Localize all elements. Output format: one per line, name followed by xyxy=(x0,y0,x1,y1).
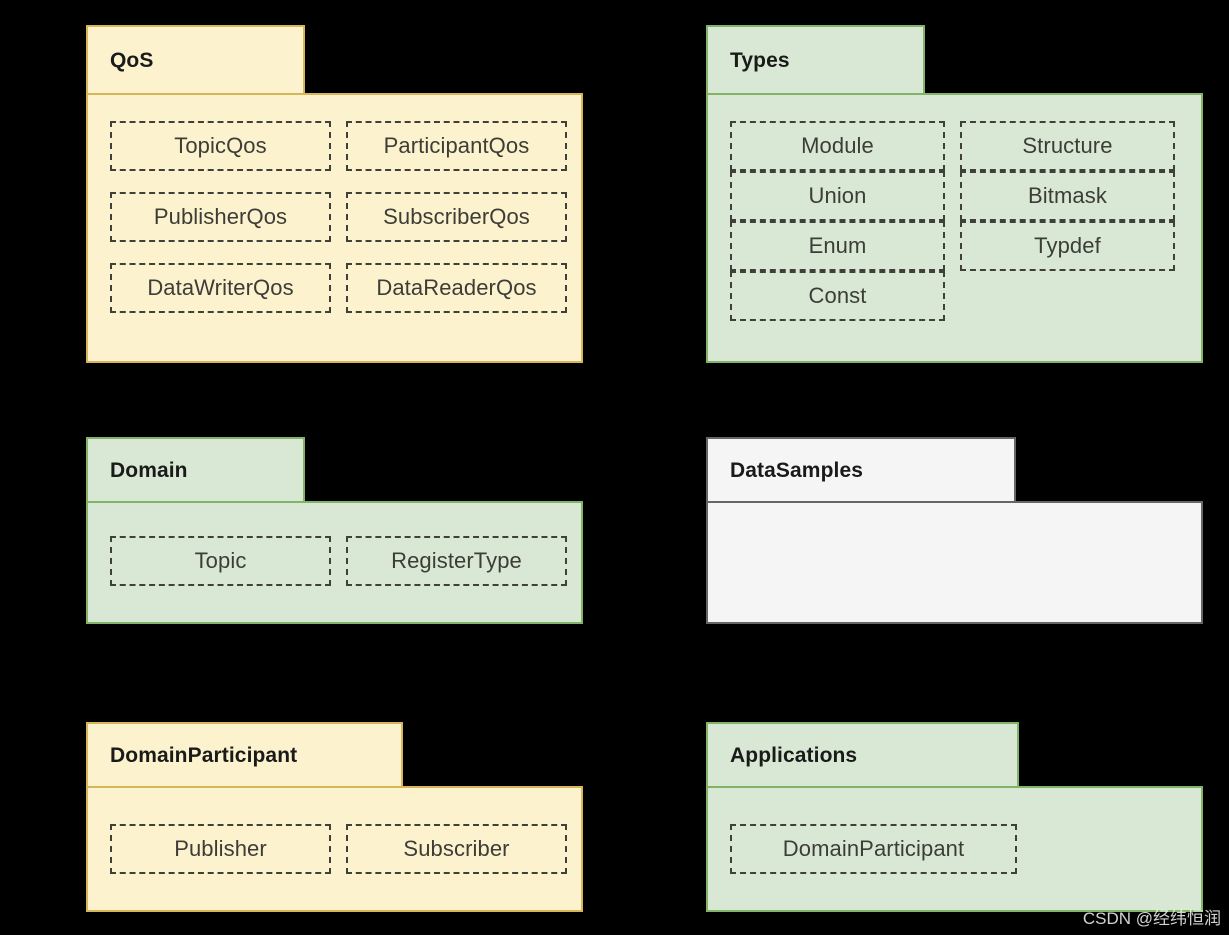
package-item[interactable]: Module xyxy=(730,121,945,171)
package-types-body: Module Union Enum Const Structure Bitmas… xyxy=(706,93,1203,363)
package-item[interactable]: TopicQos xyxy=(110,121,331,171)
package-domainparticipant-body: Publisher Subscriber xyxy=(86,786,583,912)
package-item[interactable]: DataWriterQos xyxy=(110,263,331,313)
package-types-tab: Types xyxy=(706,25,925,95)
package-item[interactable]: Subscriber xyxy=(346,824,567,874)
package-item[interactable]: DataReaderQos xyxy=(346,263,567,313)
package-datasamples[interactable]: DataSamples xyxy=(706,437,1203,624)
package-datasamples-body xyxy=(706,501,1203,624)
package-item[interactable]: Const xyxy=(730,271,945,321)
package-qos-body: TopicQos PublisherQos DataWriterQos Part… xyxy=(86,93,583,363)
package-domain-title: Domain xyxy=(110,459,188,482)
package-datasamples-title: DataSamples xyxy=(730,459,863,482)
package-item[interactable]: Bitmask xyxy=(960,171,1175,221)
package-item[interactable]: DomainParticipant xyxy=(730,824,1017,874)
package-qos-title: QoS xyxy=(110,49,154,72)
package-item[interactable]: Union xyxy=(730,171,945,221)
package-applications-tab: Applications xyxy=(706,722,1019,788)
package-domain[interactable]: Domain Topic RegisterType xyxy=(86,437,583,624)
package-item[interactable]: Enum xyxy=(730,221,945,271)
package-item[interactable]: ParticipantQos xyxy=(346,121,567,171)
package-item[interactable]: Topic xyxy=(110,536,331,586)
package-datasamples-tab: DataSamples xyxy=(706,437,1016,503)
diagram-canvas: QoS TopicQos PublisherQos DataWriterQos … xyxy=(0,0,1229,935)
package-types-title: Types xyxy=(730,49,790,72)
package-item[interactable]: Typdef xyxy=(960,221,1175,271)
package-domain-body: Topic RegisterType xyxy=(86,501,583,624)
package-applications-body: DomainParticipant xyxy=(706,786,1203,912)
package-item[interactable]: Publisher xyxy=(110,824,331,874)
package-domain-tab: Domain xyxy=(86,437,305,503)
package-applications-title: Applications xyxy=(730,744,858,767)
package-domainparticipant-tab: DomainParticipant xyxy=(86,722,403,788)
package-item[interactable]: Structure xyxy=(960,121,1175,171)
package-types[interactable]: Types Module Union Enum Const Structure … xyxy=(706,25,1203,363)
package-qos-tab: QoS xyxy=(86,25,305,95)
package-qos[interactable]: QoS TopicQos PublisherQos DataWriterQos … xyxy=(86,25,583,363)
package-item[interactable]: SubscriberQos xyxy=(346,192,567,242)
package-item[interactable]: PublisherQos xyxy=(110,192,331,242)
package-domainparticipant-title: DomainParticipant xyxy=(110,744,298,767)
package-domainparticipant[interactable]: DomainParticipant Publisher Subscriber xyxy=(86,722,583,912)
package-item[interactable]: RegisterType xyxy=(346,536,567,586)
package-applications[interactable]: Applications DomainParticipant xyxy=(706,722,1203,912)
